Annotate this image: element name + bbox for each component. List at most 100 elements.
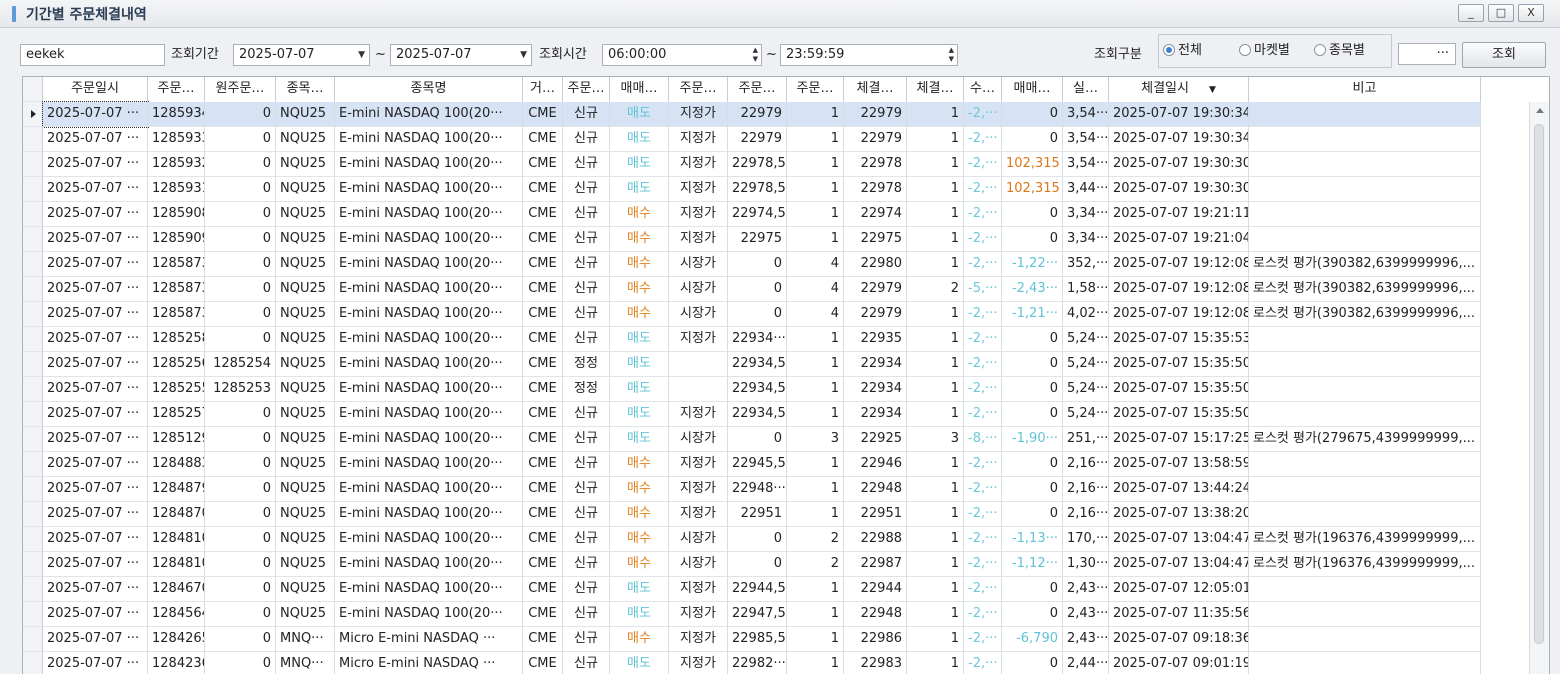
cell-price-type: 지정가 (669, 502, 728, 527)
cell-symbol-name: E-mini NASDAQ 100(20··· (335, 127, 523, 152)
row-indicator[interactable] (23, 527, 43, 552)
row-indicator[interactable] (23, 227, 43, 252)
vertical-scrollbar[interactable] (1529, 102, 1549, 674)
cell-order-type: 신규 (563, 527, 610, 552)
cell-orig-order-no: 0 (205, 477, 276, 502)
radio-market[interactable]: 마켓별 (1239, 40, 1290, 62)
date-from-picker[interactable]: 2025-07-07 ▼ (233, 44, 370, 66)
date-to-picker[interactable]: 2025-07-07 ▼ (390, 44, 532, 66)
header-order-price[interactable]: 주문… (728, 77, 787, 102)
row-indicator[interactable] (23, 177, 43, 202)
row-indicator[interactable] (23, 552, 43, 577)
cell-fill-datetime: 2025-07-07 13:44:24 (1109, 477, 1249, 502)
cell-pnl: -1,21··· (1002, 302, 1063, 327)
time-to-spinner[interactable]: 23:59:59 ▲ ▼ (780, 44, 958, 66)
cell-orig-order-no: 0 (205, 177, 276, 202)
row-indicator[interactable] (23, 427, 43, 452)
close-button[interactable]: X (1518, 4, 1544, 22)
cell-price-type: 지정가 (669, 152, 728, 177)
header-pnl[interactable]: 매매… (1002, 77, 1063, 102)
symbol-search-field[interactable]: ··· (1398, 43, 1456, 65)
row-indicator[interactable] (23, 477, 43, 502)
time-label: 조회시간 (539, 47, 587, 62)
header-fill-qty[interactable]: 체결… (907, 77, 964, 102)
header-note[interactable]: 비고 (1249, 77, 1481, 102)
cell-pnl: 0 (1002, 477, 1063, 502)
row-indicator[interactable] (23, 127, 43, 152)
cell-order-qty: 1 (787, 127, 844, 152)
cell-price-type: 시장가 (669, 427, 728, 452)
header-order-no[interactable]: 주문… (148, 77, 205, 102)
scroll-up-icon[interactable] (1536, 108, 1544, 113)
row-indicator[interactable] (23, 402, 43, 427)
chevron-down-icon[interactable]: ▼ (358, 45, 365, 65)
row-indicator[interactable] (23, 352, 43, 377)
cell-symbol-code: NQU25 (276, 377, 335, 402)
row-indicator[interactable] (23, 502, 43, 527)
cell-orig-order-no: 1285253 (205, 377, 276, 402)
radio-symbol[interactable]: 종목별 (1314, 40, 1365, 62)
row-indicator[interactable] (23, 152, 43, 177)
cell-order-price: 22934,5 (728, 402, 787, 427)
radio-all[interactable]: 전체 (1163, 40, 1202, 62)
header-order-type[interactable]: 주문… (563, 77, 610, 102)
row-indicator[interactable] (23, 577, 43, 602)
row-indicator[interactable] (23, 452, 43, 477)
cell-realized: 352,··· (1063, 252, 1109, 277)
row-indicator[interactable] (23, 277, 43, 302)
cell-order-qty: 1 (787, 477, 844, 502)
cell-orig-order-no: 0 (205, 527, 276, 552)
header-order-qty[interactable]: 주문… (787, 77, 844, 102)
scroll-thumb[interactable] (1534, 124, 1544, 644)
header-symbol-name[interactable]: 종목명 (335, 77, 523, 102)
cell-side: 매수 (610, 227, 669, 252)
cell-realized: 3,34··· (1063, 227, 1109, 252)
header-orig-order-no[interactable]: 원주문… (205, 77, 276, 102)
header-symbol-code[interactable]: 종목… (276, 77, 335, 102)
cell-symbol-name: E-mini NASDAQ 100(20··· (335, 302, 523, 327)
spinner-arrows-icon[interactable]: ▲ ▼ (753, 46, 758, 64)
header-fill-price[interactable]: 체결… (844, 77, 907, 102)
cell-order-datetime: 2025-07-07 ··· (43, 502, 148, 527)
row-indicator[interactable] (23, 327, 43, 352)
header-side[interactable]: 매매… (610, 77, 669, 102)
row-indicator[interactable] (23, 252, 43, 277)
chevron-down-icon[interactable]: ▼ (520, 45, 527, 65)
header-fill-datetime[interactable]: 체결일시 ▼ (1109, 77, 1249, 102)
cell-order-qty: 2 (787, 527, 844, 552)
cell-order-no: 1285256 (148, 352, 205, 377)
row-indicator[interactable] (23, 202, 43, 227)
row-indicator[interactable] (23, 302, 43, 327)
header-exchange[interactable]: 거… (523, 77, 563, 102)
cell-fill-qty: 1 (907, 502, 964, 527)
cell-order-no: 1285909 (148, 227, 205, 252)
cell-order-datetime: 2025-07-07 ··· (43, 477, 148, 502)
row-indicator[interactable] (23, 602, 43, 627)
cell-note (1249, 127, 1481, 152)
cell-order-price: 22975 (728, 227, 787, 252)
time-from-spinner[interactable]: 06:00:00 ▲ ▼ (602, 44, 762, 66)
spinner-arrows-icon[interactable]: ▲ ▼ (949, 46, 954, 64)
maximize-button[interactable]: □ (1488, 4, 1514, 22)
cell-order-datetime: 2025-07-07 ··· (43, 227, 148, 252)
row-indicator[interactable] (23, 627, 43, 652)
cell-order-type: 정정 (563, 352, 610, 377)
cell-fill-price: 22978 (844, 152, 907, 177)
search-button[interactable]: 조회 (1462, 42, 1546, 68)
cell-fill-qty: 1 (907, 652, 964, 674)
header-fee[interactable]: 수… (964, 77, 1002, 102)
row-indicator[interactable] (23, 652, 43, 674)
header-price-type[interactable]: 주문… (669, 77, 728, 102)
cell-exchange: CME (523, 227, 563, 252)
account-input[interactable]: eekek (20, 44, 165, 66)
cell-price-type: 지정가 (669, 177, 728, 202)
cell-note: 로스컷 평가(196376,4399999999,... (1249, 552, 1481, 577)
row-indicator[interactable] (23, 377, 43, 402)
minimize-button[interactable]: _ (1458, 4, 1484, 22)
row-pointer-icon[interactable] (23, 102, 43, 127)
header-order-datetime[interactable]: 주문일시 (43, 77, 148, 102)
header-realized[interactable]: 실… (1063, 77, 1109, 102)
sort-desc-icon[interactable]: ▼ (1209, 85, 1216, 95)
cell-fee: -2,··· (964, 127, 1002, 152)
cell-orig-order-no: 0 (205, 227, 276, 252)
